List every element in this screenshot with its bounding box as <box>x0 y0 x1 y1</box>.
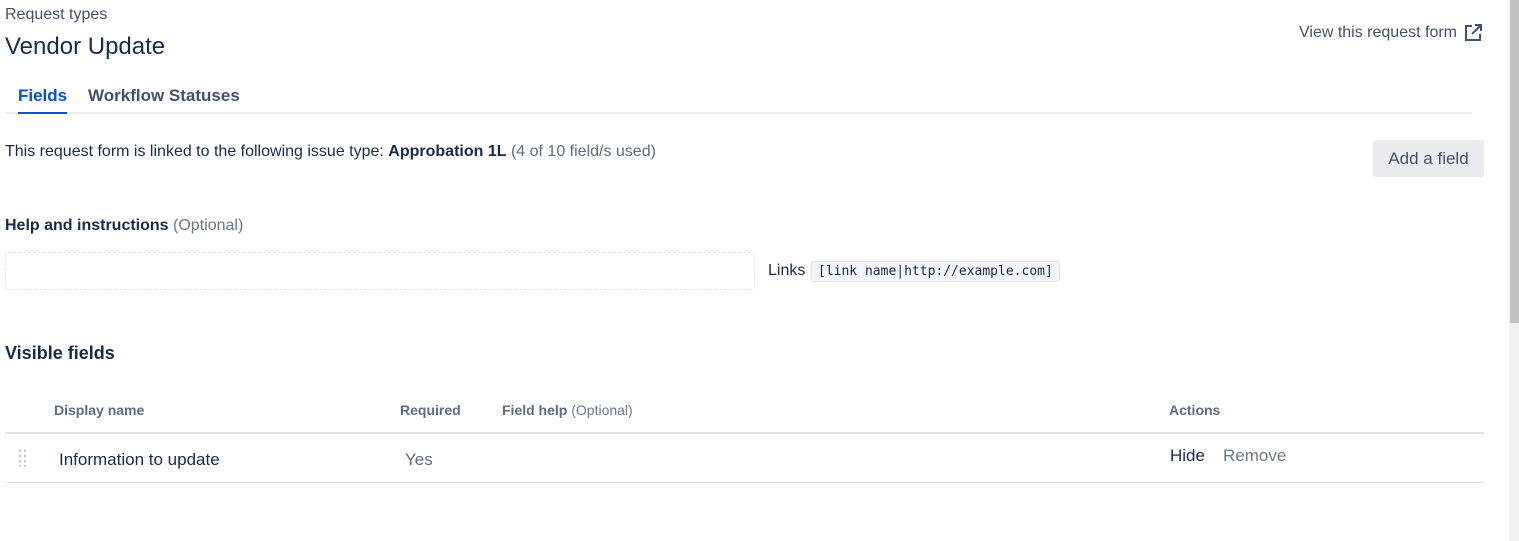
external-link-icon <box>1465 24 1482 41</box>
request-type-page: Request types Vendor Update View this re… <box>0 0 1519 541</box>
breadcrumb[interactable]: Request types <box>5 6 107 24</box>
view-request-form-link[interactable]: View this request form <box>1299 23 1483 43</box>
column-required: Required <box>400 402 461 418</box>
field-required-value: Yes <box>405 450 433 469</box>
links-label: Links <box>768 262 806 279</box>
help-heading-label: Help and instructions <box>5 217 169 234</box>
hide-field-button[interactable]: Hide <box>1170 446 1205 466</box>
scrollbar-thumb[interactable] <box>1510 0 1519 323</box>
fields-table-header: Display name Required Field help (Option… <box>5 400 1484 434</box>
add-field-button[interactable]: Add a field <box>1373 140 1484 177</box>
help-instructions-input[interactable] <box>5 252 755 290</box>
drag-handle-icon[interactable] <box>18 449 28 467</box>
column-field-help: Field help (Optional) <box>502 402 633 418</box>
column-display-name: Display name <box>54 402 145 418</box>
column-actions: Actions <box>1169 402 1221 418</box>
column-field-help-optional: (Optional) <box>567 402 633 418</box>
field-display-name[interactable]: Information to update <box>59 450 220 470</box>
tab-workflow-statuses[interactable]: Workflow Statuses <box>88 86 240 112</box>
linked-issue-type-text: This request form is linked to the follo… <box>5 143 656 161</box>
help-instructions-heading: Help and instructions (Optional) <box>5 217 243 235</box>
links-syntax-example: [link name|http://example.com] <box>811 261 1060 282</box>
field-usage-count: (4 of 10 field/s used) <box>506 143 656 160</box>
column-field-help-label: Field help <box>502 402 568 418</box>
table-row: Information to update Yes Hide Remove <box>5 434 1484 483</box>
help-heading-optional: (Optional) <box>168 217 244 234</box>
linked-prefix: This request form is linked to the follo… <box>5 143 389 160</box>
page-title: Vendor Update <box>5 33 166 60</box>
tab-fields[interactable]: Fields <box>18 86 68 114</box>
linked-issue-type: Approbation 1L <box>388 143 507 160</box>
tab-bar: Fields Workflow Statuses <box>5 86 1472 114</box>
view-request-form-label: View this request form <box>1299 24 1457 41</box>
remove-field-button[interactable]: Remove <box>1223 446 1286 466</box>
visible-fields-heading: Visible fields <box>5 343 115 363</box>
